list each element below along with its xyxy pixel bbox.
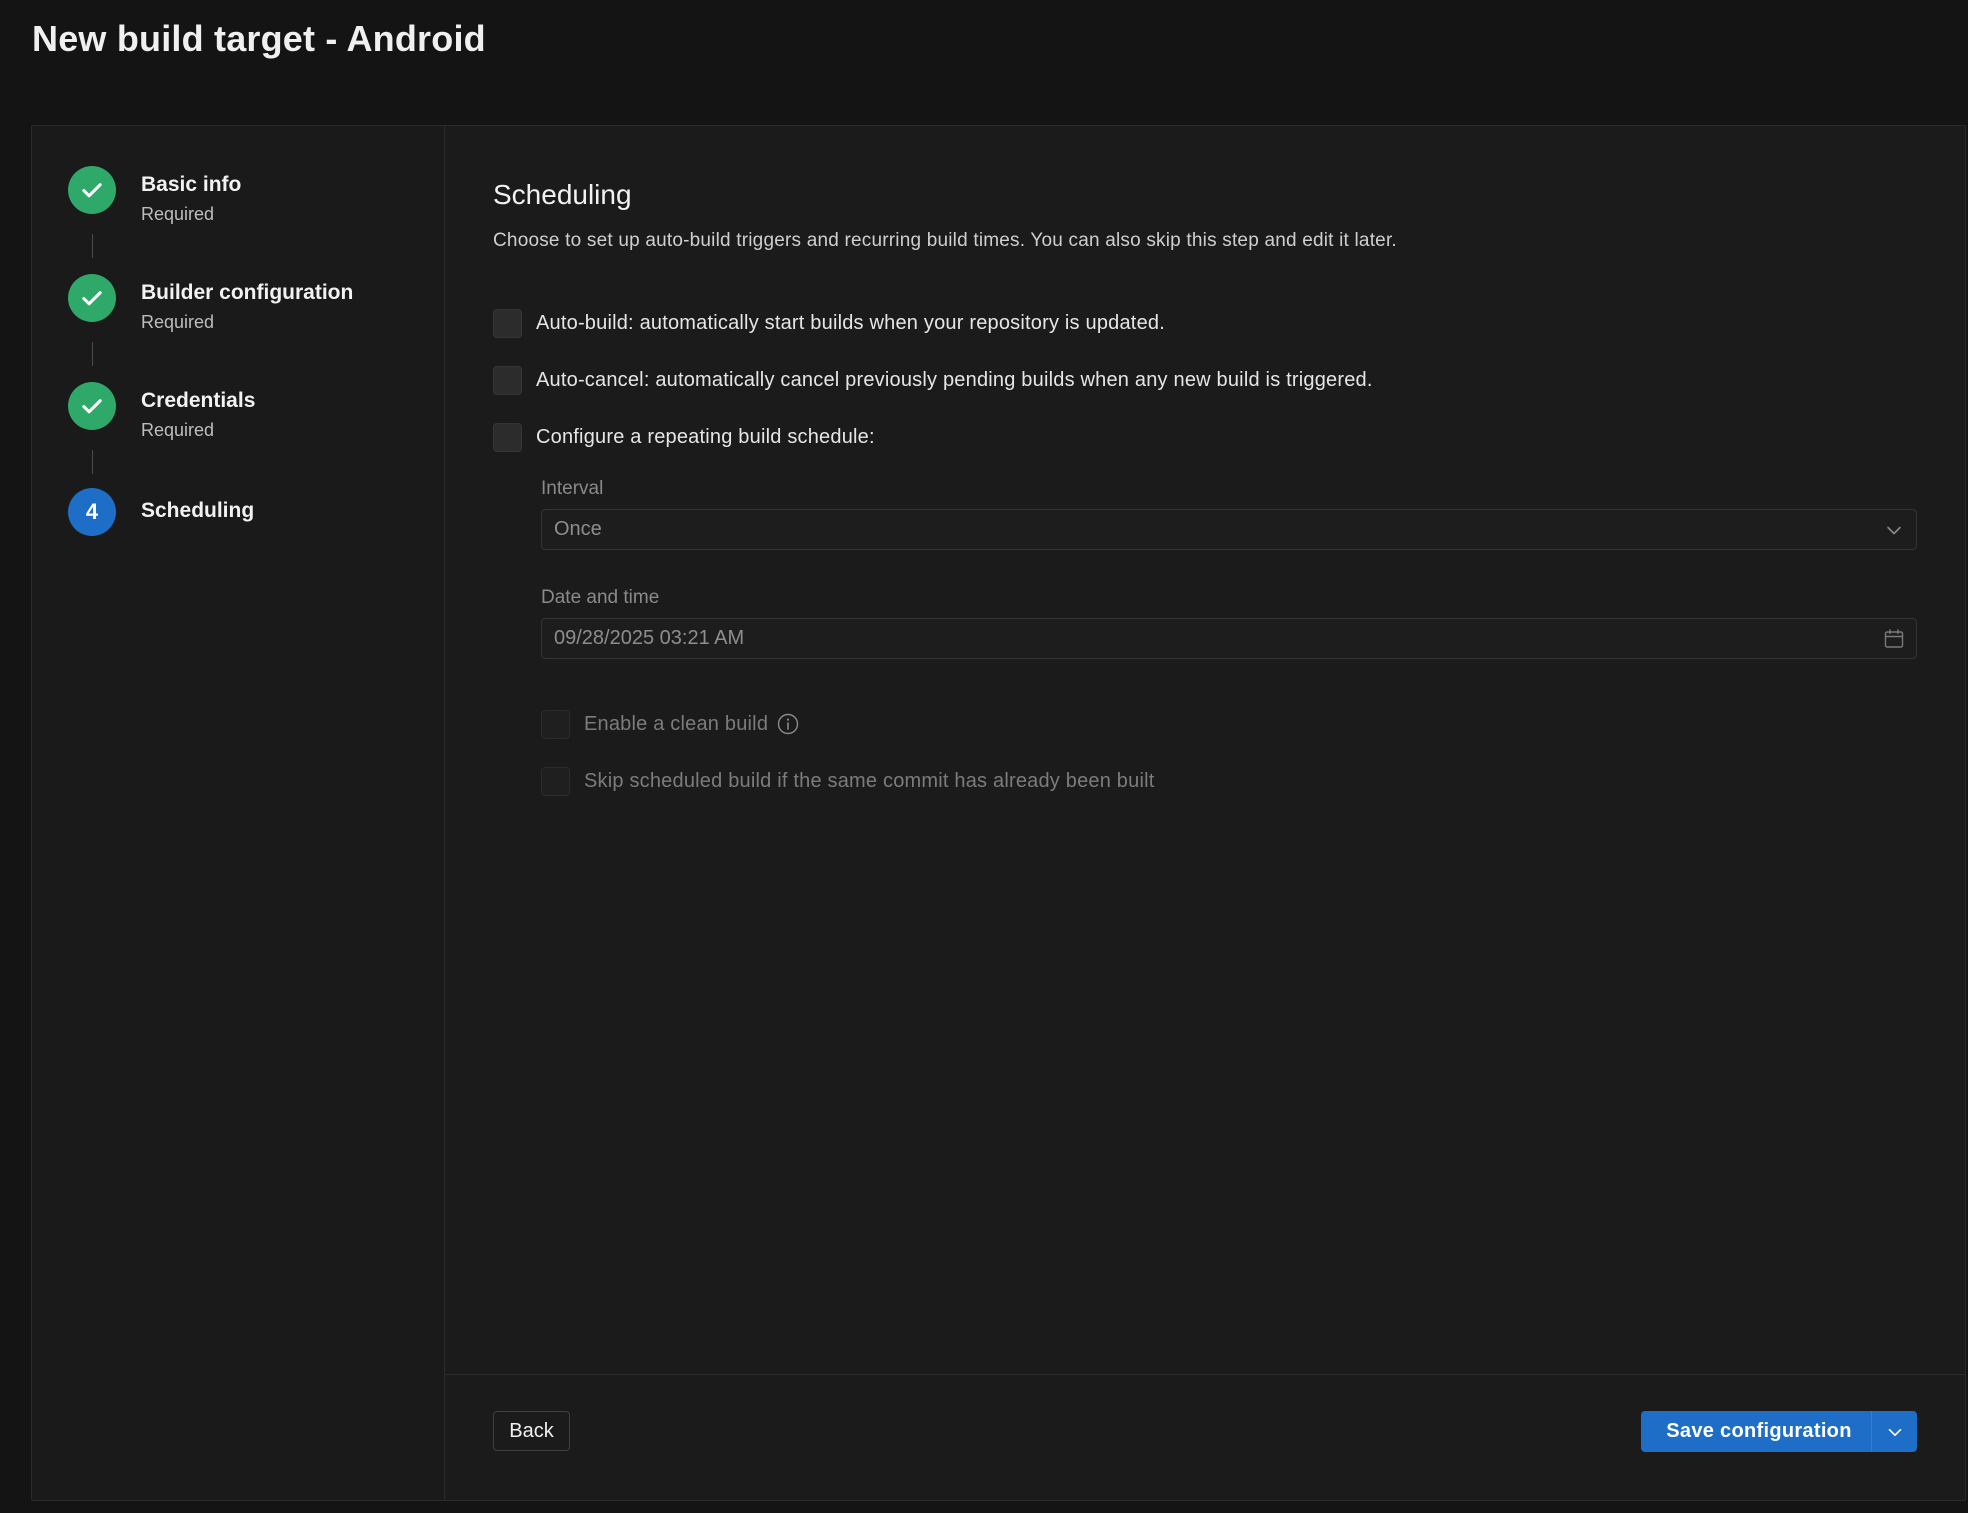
step-connector <box>92 450 93 474</box>
step-title: Credentials <box>141 389 256 412</box>
step-connector <box>92 342 93 366</box>
wizard-footer: Back Save configuration <box>445 1374 1965 1500</box>
section-title: Scheduling <box>493 179 632 210</box>
chevron-down-icon <box>1888 1428 1901 1436</box>
step-subtitle: Required <box>141 204 215 224</box>
auto-cancel-option[interactable]: Auto-cancel: automatically cancel previo… <box>493 365 1373 395</box>
clean-build-label: Enable a clean build <box>584 712 769 735</box>
auto-build-checkbox[interactable] <box>493 308 522 338</box>
step-title: Scheduling <box>141 499 255 522</box>
check-circle-icon <box>68 382 116 430</box>
step-title: Basic info <box>141 173 242 196</box>
back-button[interactable]: Back <box>493 1411 570 1451</box>
datetime-label: Date and time <box>541 587 660 608</box>
clean-build-option[interactable]: Enable a clean build <box>541 709 800 739</box>
save-configuration-button[interactable]: Save configuration <box>1641 1411 1917 1452</box>
datetime-input[interactable]: 09/28/2025 03:21 AM <box>541 618 1917 659</box>
check-circle-icon <box>68 274 116 322</box>
step-title: Builder configuration <box>141 281 354 304</box>
step-subtitle: Required <box>141 312 215 332</box>
auto-cancel-label: Auto-cancel: automatically cancel previo… <box>536 368 1373 391</box>
interval-label: Interval <box>541 478 604 499</box>
auto-build-label: Auto-build: automatically start builds w… <box>536 311 1165 334</box>
skip-same-commit-label: Skip scheduled build if the same commit … <box>584 769 1155 792</box>
scheduling-content: Scheduling Choose to set up auto-build t… <box>445 126 1965 1374</box>
step-number-badge: 4 <box>68 488 116 536</box>
wizard-panel: Basic info Required Builder configuratio… <box>31 125 1966 1501</box>
step-subtitle: Required <box>141 420 215 440</box>
skip-same-commit-checkbox[interactable] <box>541 766 570 796</box>
save-options-dropdown[interactable] <box>1871 1411 1917 1452</box>
calendar-icon[interactable] <box>1882 627 1906 651</box>
step-credentials[interactable]: Credentials Required <box>68 382 428 442</box>
save-configuration-label: Save configuration <box>1666 1420 1852 1442</box>
section-description: Choose to set up auto-build triggers and… <box>493 230 1397 251</box>
step-connector <box>92 234 93 258</box>
step-basic-info[interactable]: Basic info Required <box>68 166 428 226</box>
clean-build-checkbox[interactable] <box>541 709 570 739</box>
info-icon[interactable] <box>776 712 800 736</box>
repeating-schedule-option[interactable]: Configure a repeating build schedule: <box>493 422 875 452</box>
repeating-schedule-label: Configure a repeating build schedule: <box>536 425 875 448</box>
check-circle-icon <box>68 166 116 214</box>
datetime-value: 09/28/2025 03:21 AM <box>554 627 745 649</box>
interval-value: Once <box>554 518 602 540</box>
page-title: New build target - Android <box>32 18 486 59</box>
steps-sidebar: Basic info Required Builder configuratio… <box>32 126 445 1500</box>
interval-select[interactable]: Once <box>541 509 1917 550</box>
skip-same-commit-option[interactable]: Skip scheduled build if the same commit … <box>541 766 1155 796</box>
chevron-down-icon <box>1887 526 1901 535</box>
repeating-schedule-checkbox[interactable] <box>493 422 522 452</box>
auto-cancel-checkbox[interactable] <box>493 365 522 395</box>
step-scheduling[interactable]: 4 Scheduling <box>68 488 428 548</box>
step-builder-configuration[interactable]: Builder configuration Required <box>68 274 428 334</box>
auto-build-option[interactable]: Auto-build: automatically start builds w… <box>493 308 1165 338</box>
